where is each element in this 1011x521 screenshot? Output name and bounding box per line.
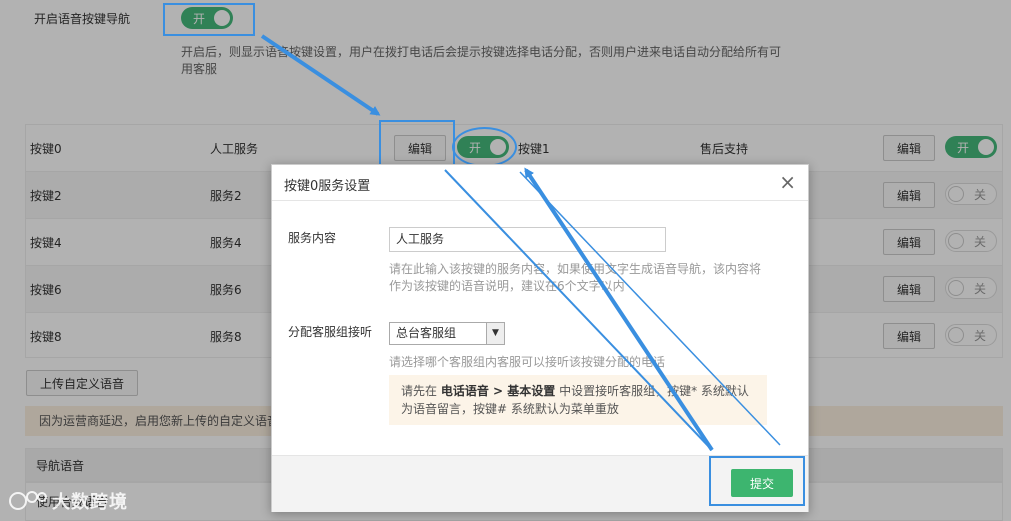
arrow-toggle-to-edit <box>260 34 381 116</box>
arrow-edit-to-submit <box>444 169 713 451</box>
watermark-logo-icon <box>8 490 48 512</box>
watermark: 大数跨境 <box>8 488 128 514</box>
arrow-submit-to-toggle <box>524 167 714 452</box>
arrow-thin-line <box>519 171 781 446</box>
settings-page: 开启语音按键导航 开 开启后，则显示语音按键设置，用户在拨打电话后会提示按键选择… <box>0 0 1011 521</box>
watermark-text: 大数跨境 <box>52 492 128 513</box>
annotation-arrows <box>260 34 781 452</box>
